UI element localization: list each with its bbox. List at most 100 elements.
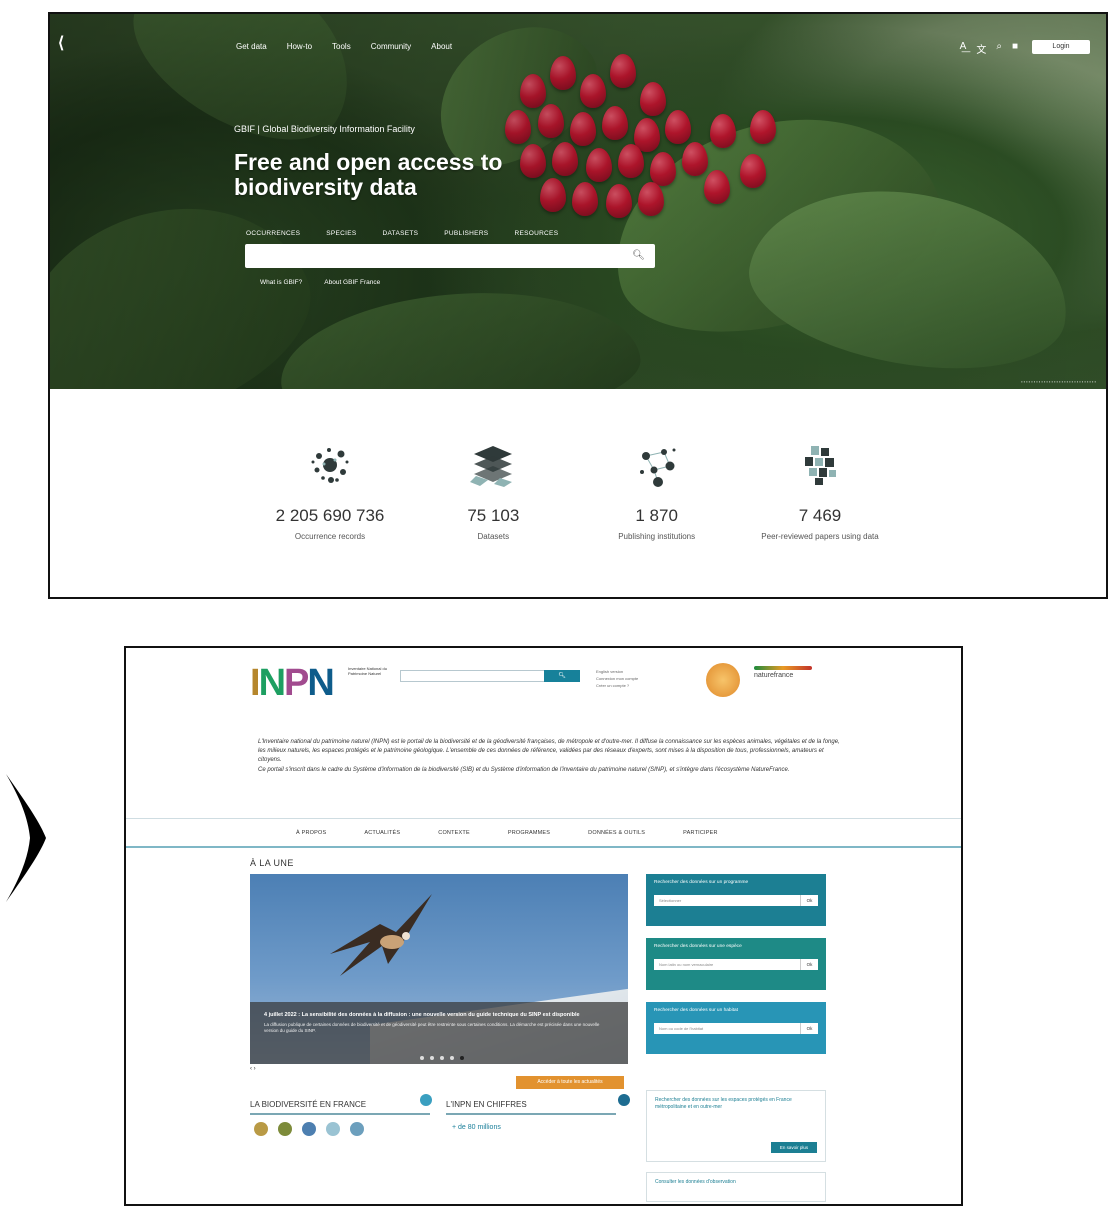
publishers-network-icon [639,448,676,487]
tab-occurrences[interactable]: OCCURRENCES [246,230,300,237]
search-programme-box: Rechercher des données sur un programme … [646,874,826,926]
link-english[interactable]: English version [596,668,638,675]
stat-value: 75 103 [467,506,520,525]
programme-select[interactable]: Sélectionner [654,895,800,906]
tab-datasets[interactable]: DATASETS [383,230,419,237]
hero-search-input[interactable]: 🔍︎ [245,244,655,268]
intro-paragraph: Ce portail s'inscrit dans le cadre du Sy… [258,766,790,773]
nav-participer[interactable]: PARTICIPER [683,830,718,836]
occurrence-cluster-icon [311,448,349,483]
search-icon[interactable]: 🔍︎ [544,670,580,682]
stat-label: Publishing institutions [618,532,696,541]
nav-donnees-outils[interactable]: DONNÉES & OUTILS [588,830,645,836]
nav-get-data[interactable]: Get data [236,42,267,51]
intro-text: L'Inventaire national du patrimoine natu… [258,738,848,775]
hero-banner: ⟨ Get data How-to Tools Community About … [50,14,1106,389]
thumbnail[interactable] [350,1122,364,1136]
search-habitat-box: Rechercher des données sur un habitat No… [646,1002,826,1054]
gbif-screenshot: ⟨ Get data How-to Tools Community About … [48,12,1108,599]
link-login[interactable]: Connexion mon compte [596,675,638,682]
nav-actualites[interactable]: ACTUALITÉS [364,830,400,836]
language-icon[interactable]: 文 [976,41,986,56]
link-what-is-gbif[interactable]: What is GBIF? [260,279,302,286]
naturefrance-logo[interactable]: naturefrance [754,672,793,679]
habitat-input[interactable]: Nom ou code de l'habitat [654,1023,800,1034]
nav-about[interactable]: About [431,42,452,51]
section-biodiversite: LA BIODIVERSITÉ EN FRANCE [250,1100,430,1115]
login-button[interactable]: Login [1032,40,1090,54]
carousel-dots [420,1056,464,1060]
thumbnail[interactable] [302,1122,316,1136]
nav-community[interactable]: Community [371,42,411,51]
ok-button[interactable]: Ok [800,1023,818,1034]
chevron-right-icon [6,774,46,902]
box-title: Rechercher des données sur les espaces p… [655,1097,792,1110]
biodiversity-icon [420,1094,432,1106]
nav-contexte[interactable]: CONTEXTE [438,830,470,836]
nav-a-propos[interactable]: À PROPOS [296,830,326,836]
carousel-caption: 4 juillet 2022 : La sensibilité des donn… [250,1002,628,1064]
user-links: English version Connexion mon compte Cré… [596,668,638,689]
search-tabs: OCCURRENCES SPECIES DATASETS PUBLISHERS … [246,230,558,237]
all-news-button[interactable]: Accéder à toute les actualités [516,1076,624,1089]
nav-programmes[interactable]: PROGRAMMES [508,830,550,836]
thumbnail[interactable] [278,1122,292,1136]
caption-title: 4 juillet 2022 : La sensibilité des donn… [264,1012,580,1018]
stat-label: Occurrence records [294,532,366,541]
stat-publishers[interactable]: 1 870 Publishing institutions [592,442,722,542]
carousel-dot[interactable] [460,1056,464,1060]
ok-button[interactable]: Ok [800,959,818,970]
box-title: Rechercher des données sur un habitat [654,1008,738,1013]
carousel-dot[interactable] [420,1056,424,1060]
species-input[interactable]: Nom latin ou nom vernaculaire [654,959,800,970]
carousel-dot[interactable] [430,1056,434,1060]
inpn-logo[interactable]: INPN [250,664,335,702]
papers-grid-icon [804,446,836,485]
box-title: Rechercher des données sur une espèce [654,944,742,949]
translate-icon[interactable]: A͟ [960,41,967,56]
tab-resources[interactable]: RESOURCES [514,230,558,237]
caption-text: La diffusion publique de certaines donné… [264,1022,600,1033]
stat-papers[interactable]: 7 469 Peer-reviewed papers using data [755,442,885,542]
ok-button[interactable]: Ok [800,895,818,906]
vulture-image [330,894,432,976]
news-carousel[interactable]: 4 juillet 2022 : La sensibilité des donn… [250,874,628,1064]
biodiversity-thumbnails [254,1122,364,1136]
nav-tools[interactable]: Tools [332,42,351,51]
search-icon[interactable]: ⌕ [996,41,1002,56]
hero-subtitle: GBIF | Global Biodiversity Information F… [234,124,415,134]
link-create-account[interactable]: Créer un compte ? [596,682,638,689]
photo-credit: ▪ ▪ ▪ ▪ ▪ ▪ ▪ ▪ ▪ ▪ ▪ ▪ ▪ ▪ ▪ ▪ ▪ ▪ ▪ ▪ … [1021,379,1096,384]
inpn-screenshot: INPN Inventaire National du Patrimoine N… [124,646,963,1206]
stat-datasets[interactable]: 75 103 Datasets [428,442,558,542]
gbif-logo-icon[interactable]: ⟨ [58,36,72,52]
search-icon[interactable]: 🔍︎ [632,250,645,261]
stat-value: 7 469 [798,506,842,525]
nav-how-to[interactable]: How-to [287,42,312,51]
carousel-dot[interactable] [450,1056,454,1060]
carousel-arrows[interactable]: ‹ › [250,1066,256,1072]
tab-publishers[interactable]: PUBLISHERS [444,230,488,237]
stat-first: + de 80 millions [452,1124,501,1131]
carousel-dot[interactable] [440,1056,444,1060]
inpn-search-input[interactable] [400,670,558,682]
observation-data-box[interactable]: Consulter les données d'observation [646,1172,826,1202]
gbif-top-nav: Get data How-to Tools Community About [236,42,452,51]
naturefrance-logo-bar [754,666,812,670]
learn-more-button[interactable]: En savoir plus [771,1142,817,1153]
intro-paragraph: L'Inventaire national du patrimoine natu… [258,739,840,764]
stat-occurrences[interactable]: 2 205 690 736 Occurrence records [265,442,395,542]
hero-overlay [50,14,1106,389]
inpn-main-nav: À PROPOS ACTUALITÉS CONTEXTE PROGRAMMES … [126,818,961,848]
tab-species[interactable]: SPECIES [326,230,356,237]
thumbnail[interactable] [326,1122,340,1136]
stat-value: 1 870 [635,506,678,525]
hero-links: What is GBIF? About GBIF France [260,279,380,286]
protected-areas-box: Rechercher des données sur les espaces p… [646,1090,826,1162]
stat-label: Datasets [477,532,510,541]
partner-logo-circle[interactable] [706,663,740,697]
thumbnail[interactable] [254,1122,268,1136]
link-about-gbif-france[interactable]: About GBIF France [324,279,380,286]
box-title: Rechercher des données sur un programme [654,880,749,885]
notifications-icon[interactable]: ■ [1012,41,1018,56]
